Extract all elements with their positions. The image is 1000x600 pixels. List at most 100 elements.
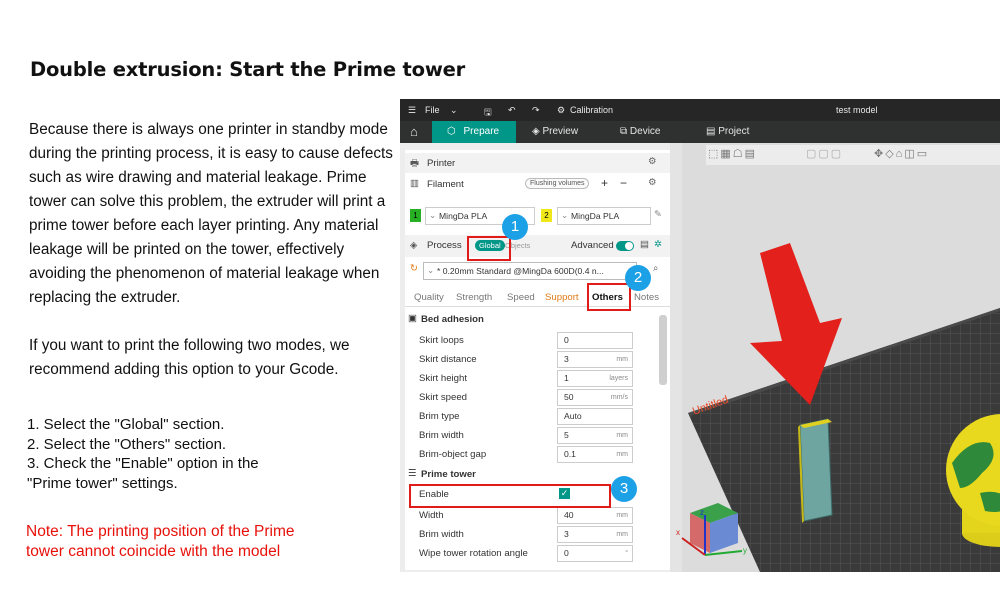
slicer-window: ☰ File ⌄ 🖫 ↶ ↷ ⚙ Calibration test model … <box>400 99 1000 572</box>
bed-field-unit: mm <box>616 432 628 439</box>
add-icon[interactable]: + <box>601 176 608 190</box>
subtab-speed[interactable]: Speed <box>507 292 535 303</box>
bed-field-input[interactable]: Auto <box>557 408 633 425</box>
window-title: test model <box>836 105 878 115</box>
bed-adhesion-heading: Bed adhesion <box>421 314 484 325</box>
edit-icon[interactable]: ✎ <box>654 209 662 220</box>
bed-field-value: 3 <box>564 354 569 364</box>
bed-field-value: 0 <box>564 335 569 345</box>
filament-2-select[interactable]: ⌄ MingDa PLA <box>557 207 651 225</box>
tower-field-value: 0 <box>564 548 569 558</box>
tower-field-row: Width 40 mm <box>405 507 655 524</box>
advanced-toggle[interactable] <box>616 241 634 251</box>
subtab-notes[interactable]: Notes <box>634 292 659 303</box>
subtab-support[interactable]: Support <box>545 292 579 303</box>
cube-icon: ⬡ <box>447 126 456 137</box>
bed-field-input[interactable]: 3 mm <box>557 351 633 368</box>
scene-svg: Untitled z y x <box>676 243 1000 572</box>
title-bar: ☰ File ⌄ 🖫 ↶ ↷ ⚙ Calibration test model <box>400 99 1000 121</box>
tower-field-unit: mm <box>616 531 628 538</box>
preset-select[interactable]: ⌄ * 0.20mm Standard @MingDa 600D(0.4 n..… <box>423 262 637 280</box>
prime-tower-heading: Prime tower <box>421 469 476 480</box>
tab-project[interactable]: ▤ Project <box>706 121 749 143</box>
search-icon[interactable]: ⌕ <box>653 263 658 274</box>
tab-preview[interactable]: ◈ Preview <box>532 121 578 143</box>
panel-scrollbar[interactable] <box>659 315 667 385</box>
prime-tower-model[interactable] <box>798 418 833 523</box>
bed-field-input[interactable]: 50 mm/s <box>557 389 633 406</box>
bed-field-value: 5 <box>564 430 569 440</box>
tower-field-input[interactable]: 0 ° <box>557 545 633 562</box>
compare-icon[interactable]: ▤ <box>640 239 649 250</box>
tower-field-label: Brim width <box>419 529 464 540</box>
tower-field-label: Wipe tower rotation angle <box>419 548 528 559</box>
file-menu[interactable]: File <box>425 105 440 115</box>
bed-field-row: Brim width 5 mm <box>405 427 655 444</box>
steps-list: 1. Select the "Global" section. 2. Selec… <box>27 415 287 493</box>
bed-field-input[interactable]: 0.1 mm <box>557 446 633 463</box>
bed-adhesion-icon: ▣ <box>408 313 418 324</box>
filament-1-swatch[interactable]: 1 <box>410 209 421 222</box>
step-badge-2: 2 <box>625 265 651 291</box>
gcode-paragraph: If you want to print the following two m… <box>29 337 350 378</box>
bed-field-unit: mm <box>616 451 628 458</box>
reset-icon[interactable]: ↻ <box>410 263 418 274</box>
3d-viewport[interactable]: ⬚▦☖▤ ▢▢▢ ✥◇⌂◫▭ Untitled z y x <box>670 143 1000 572</box>
gear-icon[interactable]: ⚙ <box>648 177 657 188</box>
advanced-label: Advanced <box>571 240 614 251</box>
subtab-quality[interactable]: Quality <box>414 292 444 303</box>
warning-note: Note: The printing position of the Prime… <box>26 523 295 560</box>
subtab-strength[interactable]: Strength <box>456 292 492 303</box>
gear-icon[interactable]: ⚙ <box>648 156 657 167</box>
step-3: 3. Check the "Enable" option in the "Pri… <box>27 455 259 492</box>
bed-field-input[interactable]: 1 layers <box>557 370 633 387</box>
home-icon[interactable]: ⌂ <box>410 121 424 143</box>
bed-field-unit: mm <box>616 356 628 363</box>
process-section: ◈ Process Global Objects Advanced ▤ ✲ <box>405 235 670 257</box>
tower-field-label: Width <box>419 510 444 521</box>
printer-section[interactable]: 🖶 Printer ⚙ <box>405 153 670 173</box>
tower-field-row: Wipe tower rotation angle 0 ° <box>405 545 655 562</box>
tower-field-value: 3 <box>564 529 569 539</box>
filament-label: Filament <box>427 179 464 190</box>
highlight-global <box>467 236 511 261</box>
device-icon: ⧉ <box>620 126 628 137</box>
chevron-down-icon[interactable]: ⌄ <box>450 105 458 116</box>
printer-label: Printer <box>427 158 456 169</box>
tower-field-unit: ° <box>625 550 628 557</box>
undo-icon[interactable]: ↶ <box>508 105 516 116</box>
project-icon: ▤ <box>706 126 716 137</box>
tower-field-input[interactable]: 3 mm <box>557 526 633 543</box>
process-icon: ◈ <box>410 240 418 251</box>
tab-device[interactable]: ⧉ Device <box>620 121 661 143</box>
step-2: 2. Select the "Others" section. <box>27 435 227 453</box>
calibration-menu[interactable]: Calibration <box>570 105 613 115</box>
save-icon[interactable]: 🖫 <box>484 105 492 121</box>
bed-field-row: Skirt speed 50 mm/s <box>405 389 655 406</box>
bed-field-input[interactable]: 0 <box>557 332 633 349</box>
intro-paragraph: Because there is always one printer in s… <box>29 121 393 306</box>
settings-icon[interactable]: ✲ <box>654 239 662 250</box>
tower-field-input[interactable]: 40 mm <box>557 507 633 524</box>
tab-prepare[interactable]: ⬡ Prepare <box>432 121 516 143</box>
bed-field-value: 50 <box>564 392 574 402</box>
svg-text:z: z <box>700 508 704 517</box>
bed-field-input[interactable]: 5 mm <box>557 427 633 444</box>
filament-section: ▥ Filament Flushing volumes + − ⚙ <box>405 174 670 194</box>
tower-field-row: Brim width 3 mm <box>405 526 655 543</box>
chevron-down-icon: ⌄ <box>429 210 437 220</box>
step-badge-1: 1 <box>502 214 528 240</box>
bed-field-unit: mm/s <box>610 394 628 401</box>
printer-icon: 🖶 <box>410 158 420 169</box>
redo-icon[interactable]: ↷ <box>532 105 540 116</box>
filament-2-swatch[interactable]: 2 <box>541 209 552 222</box>
menu-icon[interactable]: ☰ <box>408 105 416 116</box>
bed-field-label: Brim width <box>419 430 464 441</box>
flushing-volumes-button[interactable]: Flushing volumes <box>525 178 590 189</box>
step-1: 1. Select the "Global" section. <box>27 416 225 433</box>
svg-text:y: y <box>743 546 747 555</box>
process-label: Process <box>427 240 462 251</box>
remove-icon[interactable]: − <box>620 176 627 190</box>
main-tabs: ⌂ ⬡ Prepare ◈ Preview ⧉ Device ▤ Project <box>400 121 1000 143</box>
step-badge-3: 3 <box>611 476 637 502</box>
